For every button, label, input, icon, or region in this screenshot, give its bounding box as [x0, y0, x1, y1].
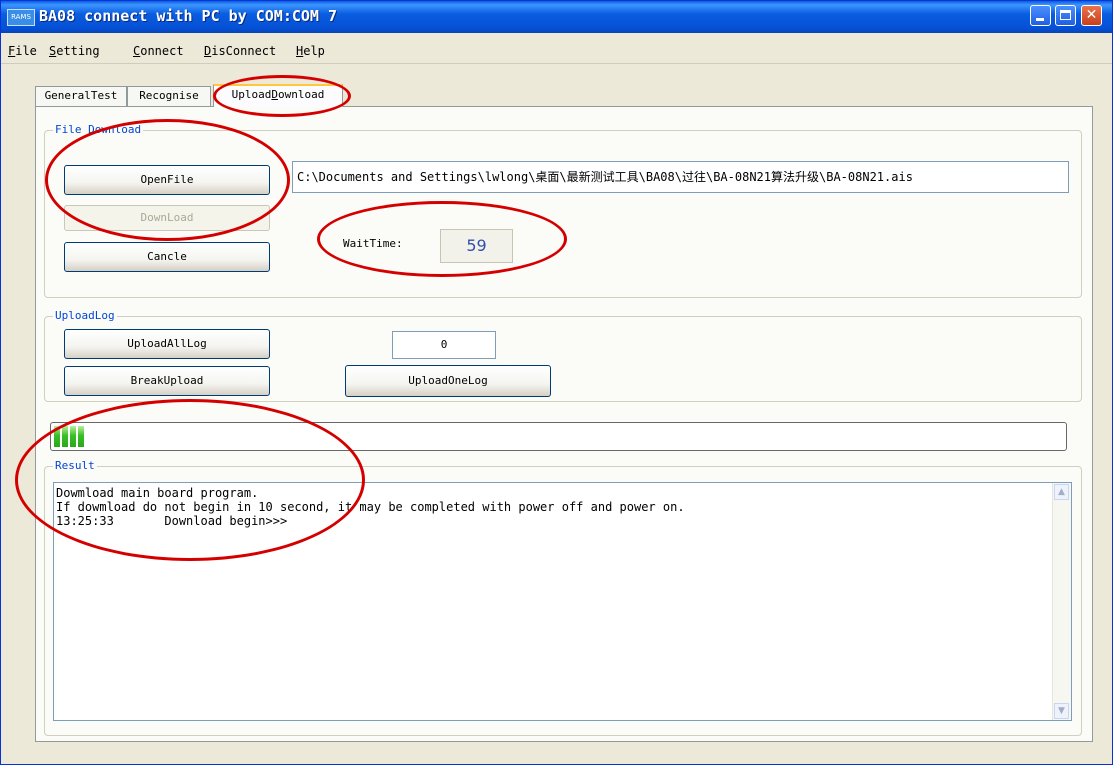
window-title: BA08 connect with PC by COM:COM 7 — [39, 7, 338, 25]
progress-block — [62, 426, 68, 447]
upload-log-group-label: UploadLog — [53, 309, 117, 322]
wait-time-label: WaitTime: — [343, 237, 403, 250]
tab-uploaddownload-accel: D — [271, 88, 278, 101]
menu-setting[interactable]: Setting — [49, 44, 100, 58]
file-path-field[interactable]: C:\Documents and Settings\lwlong\桌面\最新测试… — [292, 161, 1069, 193]
open-file-button[interactable]: OpenFile — [64, 165, 270, 195]
download-progress-bar — [50, 422, 1067, 451]
app-window: RAMS BA08 connect with PC by COM:COM 7 ✕… — [0, 0, 1113, 765]
file-download-group-label: File Download — [53, 123, 144, 136]
tab-recognise[interactable]: Recognise — [127, 86, 211, 106]
wait-time-value: 59 — [440, 229, 513, 263]
scroll-up-icon[interactable]: ▲ — [1054, 484, 1069, 500]
menu-file[interactable]: File — [8, 44, 37, 58]
menu-connect[interactable]: Connect — [133, 44, 184, 58]
menu-help[interactable]: Help — [296, 44, 325, 58]
maximize-button[interactable] — [1055, 5, 1076, 26]
upload-all-log-button[interactable]: UploadAllLog — [64, 329, 270, 359]
result-group-label: Result — [53, 459, 97, 472]
break-upload-button[interactable]: BreakUpload — [64, 366, 270, 396]
log-number-field[interactable]: 0 — [392, 331, 496, 359]
app-icon: RAMS — [7, 9, 35, 26]
menu-bar: File Setting Connect DisConnect Help — [1, 39, 1112, 64]
result-line: 13:25:33 Download begin>>> — [56, 514, 288, 528]
minimize-icon — [1036, 18, 1044, 21]
menu-help-label: elp — [303, 44, 325, 58]
menu-disconnect-label: isConnect — [211, 44, 277, 58]
menu-setting-label: etting — [56, 44, 100, 58]
tab-uploaddownload[interactable]: UploadDownload — [213, 84, 343, 107]
cancel-button[interactable]: Cancle — [64, 242, 270, 272]
tab-uploaddownload-label-pre: Upload — [231, 88, 272, 101]
progress-block — [70, 426, 76, 447]
result-line: Dowmload main board program. — [56, 486, 259, 500]
result-text: Dowmload main board program. If dowmload … — [56, 486, 685, 528]
close-button[interactable]: ✕ — [1081, 5, 1102, 26]
result-line: If dowmload do not begin in 10 second, i… — [56, 500, 685, 514]
menu-file-label: ile — [15, 44, 37, 58]
maximize-icon — [1060, 10, 1071, 20]
result-scrollbar[interactable]: ▲ ▼ — [1052, 483, 1071, 720]
title-bar[interactable]: RAMS BA08 connect with PC by COM:COM 7 ✕ — [1, 1, 1112, 33]
minimize-button[interactable] — [1030, 5, 1051, 26]
menu-connect-label: onnect — [140, 44, 184, 58]
progress-block — [78, 426, 84, 447]
tab-uploaddownload-label-post: ownload — [278, 88, 325, 101]
download-button[interactable]: DownLoad — [64, 205, 270, 231]
progress-block — [54, 426, 60, 447]
tab-generaltest[interactable]: GeneralTest — [35, 86, 127, 106]
progress-fill — [54, 426, 86, 447]
upload-one-log-button[interactable]: UploadOneLog — [345, 365, 551, 397]
result-textarea[interactable]: Dowmload main board program. If dowmload … — [53, 482, 1072, 721]
close-icon: ✕ — [1085, 7, 1098, 23]
menu-disconnect[interactable]: DisConnect — [204, 44, 276, 58]
scroll-down-icon[interactable]: ▼ — [1054, 703, 1069, 719]
